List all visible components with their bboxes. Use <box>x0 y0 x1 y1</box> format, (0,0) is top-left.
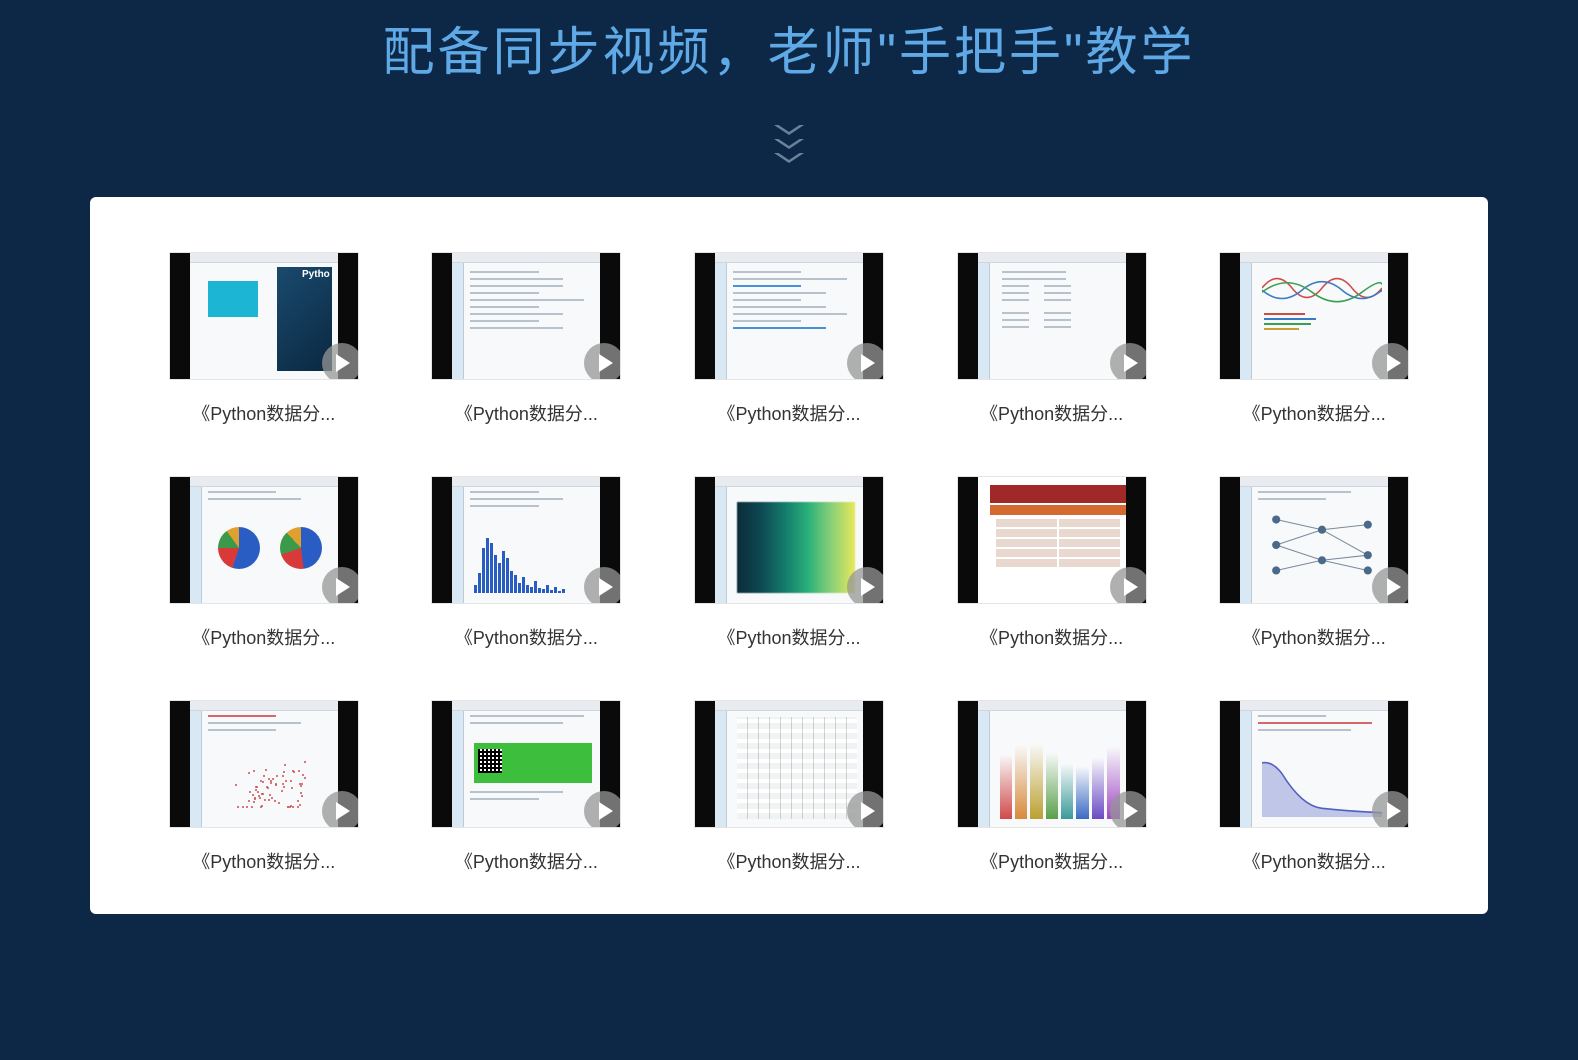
video-caption: 《Python数据分... <box>694 400 884 426</box>
video-card[interactable]: 《Python数据分... <box>160 476 368 650</box>
video-card[interactable]: 《Python数据分... <box>160 700 368 874</box>
video-card[interactable]: 《Python数据分... <box>685 252 893 426</box>
video-card[interactable]: Pytho 《Python数据分... <box>160 252 368 426</box>
video-thumbnail[interactable]: Pytho <box>169 252 359 380</box>
video-panel: Pytho 《Python数据分... 《Pyth <box>90 197 1488 914</box>
play-icon[interactable] <box>322 567 359 604</box>
video-thumbnail[interactable] <box>957 252 1147 380</box>
chevron-down-icon <box>774 153 804 167</box>
play-icon[interactable] <box>847 567 884 604</box>
video-caption: 《Python数据分... <box>169 848 359 874</box>
play-icon[interactable] <box>322 343 359 380</box>
scroll-indicator <box>0 125 1578 167</box>
video-grid: Pytho 《Python数据分... 《Pyth <box>160 252 1418 874</box>
video-card[interactable]: 《Python数据分... <box>948 700 1156 874</box>
play-icon[interactable] <box>322 791 359 828</box>
video-caption: 《Python数据分... <box>1219 848 1409 874</box>
video-caption: 《Python数据分... <box>431 624 621 650</box>
video-card[interactable]: 《Python数据分... <box>685 476 893 650</box>
play-icon[interactable] <box>1372 343 1409 380</box>
video-thumbnail[interactable] <box>1219 476 1409 604</box>
video-card[interactable]: 《Python数据分... <box>1210 252 1418 426</box>
play-icon[interactable] <box>1110 791 1147 828</box>
play-icon[interactable] <box>584 567 621 604</box>
header: 配备同步视频，老师"手把手"教学 <box>0 0 1578 167</box>
video-thumbnail[interactable] <box>169 700 359 828</box>
video-caption: 《Python数据分... <box>957 624 1147 650</box>
play-icon[interactable] <box>1372 791 1409 828</box>
video-caption: 《Python数据分... <box>169 400 359 426</box>
video-card[interactable]: 《Python数据分... <box>1210 700 1418 874</box>
video-caption: 《Python数据分... <box>694 624 884 650</box>
video-thumbnail[interactable] <box>431 700 621 828</box>
video-thumbnail[interactable] <box>957 476 1147 604</box>
video-thumbnail[interactable] <box>1219 252 1409 380</box>
video-card[interactable]: 《Python数据分... <box>948 252 1156 426</box>
video-card[interactable]: 《Python数据分... <box>1210 476 1418 650</box>
video-caption: 《Python数据分... <box>957 400 1147 426</box>
video-thumbnail[interactable] <box>431 252 621 380</box>
video-thumbnail[interactable] <box>957 700 1147 828</box>
video-card[interactable]: 《Python数据分... <box>685 700 893 874</box>
video-caption: 《Python数据分... <box>431 400 621 426</box>
video-caption: 《Python数据分... <box>694 848 884 874</box>
video-card[interactable]: 《Python数据分... <box>948 476 1156 650</box>
play-icon[interactable] <box>584 791 621 828</box>
play-icon[interactable] <box>847 791 884 828</box>
video-caption: 《Python数据分... <box>957 848 1147 874</box>
video-card[interactable]: 《Python数据分... <box>423 252 631 426</box>
video-thumbnail[interactable] <box>1219 700 1409 828</box>
video-thumbnail[interactable] <box>694 252 884 380</box>
video-caption: 《Python数据分... <box>1219 400 1409 426</box>
video-caption: 《Python数据分... <box>169 624 359 650</box>
book-brand-label: Pytho <box>302 269 330 280</box>
play-icon[interactable] <box>847 343 884 380</box>
play-icon[interactable] <box>1110 567 1147 604</box>
video-caption: 《Python数据分... <box>431 848 621 874</box>
video-card[interactable]: 《Python数据分... <box>423 700 631 874</box>
video-card[interactable]: 《Python数据分... <box>423 476 631 650</box>
play-icon[interactable] <box>584 343 621 380</box>
play-icon[interactable] <box>1372 567 1409 604</box>
play-icon[interactable] <box>1110 343 1147 380</box>
video-thumbnail[interactable] <box>694 700 884 828</box>
video-thumbnail[interactable] <box>694 476 884 604</box>
video-caption: 《Python数据分... <box>1219 624 1409 650</box>
page-title: 配备同步视频，老师"手把手"教学 <box>0 10 1578 85</box>
video-thumbnail[interactable] <box>431 476 621 604</box>
video-thumbnail[interactable] <box>169 476 359 604</box>
